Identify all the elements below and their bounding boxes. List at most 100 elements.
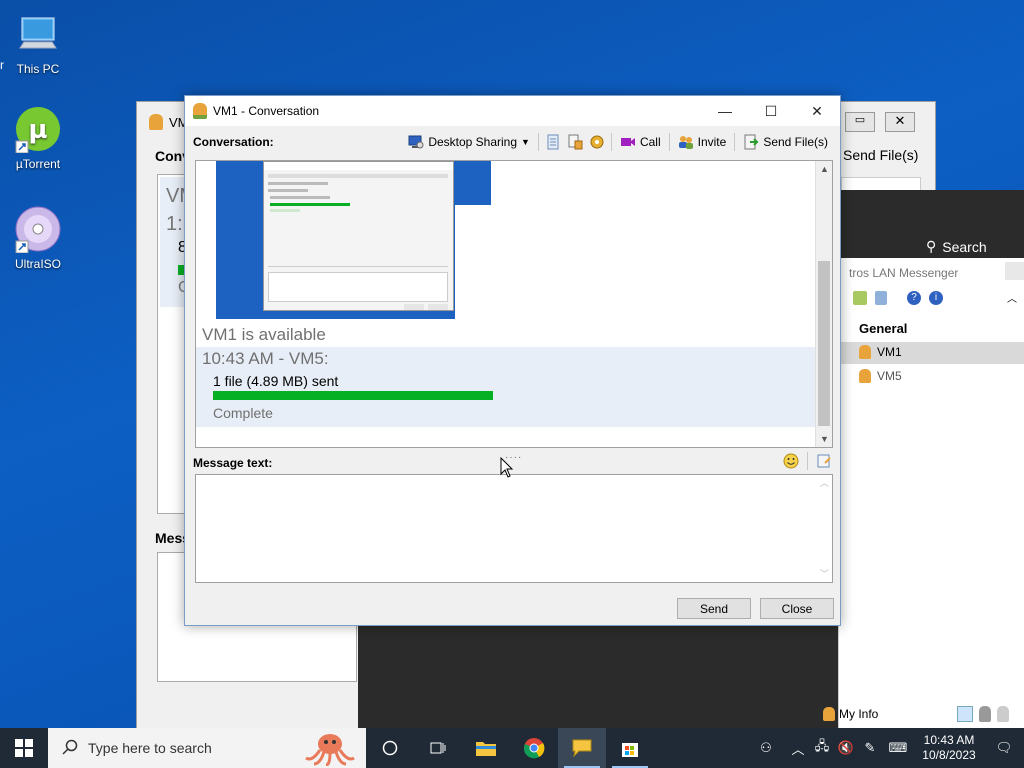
message-tools <box>783 452 832 470</box>
send-button[interactable]: Send <box>677 598 751 619</box>
conversation-toolbar: Conversation: Desktop Sharing ▼ Call Inv… <box>185 130 840 154</box>
mouse-cursor-icon <box>500 456 514 482</box>
search-icon: ⚲ <box>926 238 937 254</box>
desktop-sharing-button[interactable]: Desktop Sharing ▼ <box>406 134 532 150</box>
conversation-scrollbar[interactable]: ▲ ▼ <box>815 161 832 447</box>
message-timestamp: 10:43 AM - VM5: <box>202 349 329 368</box>
message-input[interactable] <box>195 474 833 583</box>
volume-muted-icon[interactable]: 🔇 <box>834 728 858 768</box>
smiley-icon[interactable] <box>783 453 799 469</box>
message-text-label: Message text: <box>193 456 273 470</box>
close-button[interactable]: Close <box>760 598 834 619</box>
bg-send-files[interactable]: Send File(s) <box>843 147 918 163</box>
circle-icon <box>382 740 398 756</box>
scroll-up-icon[interactable]: ▲ <box>816 161 832 177</box>
task-view-button[interactable] <box>414 728 462 768</box>
busy-status-icon[interactable] <box>979 706 991 722</box>
clock-time: 10:43 AM <box>923 733 975 747</box>
file-transfer-message: 10:43 AM - VM5: 1 file (4.89 MB) sent Co… <box>196 347 816 427</box>
start-button[interactable] <box>0 728 48 768</box>
scroll-down-icon[interactable]: ﹀ <box>816 566 833 582</box>
transfer-status: Complete <box>213 405 273 421</box>
chevron-up-icon[interactable]: ︿ <box>786 728 810 768</box>
window-title: VM1 - Conversation <box>213 104 320 118</box>
maximize-button[interactable]: ☐ <box>748 96 794 126</box>
bg-window-title: VM <box>149 114 189 130</box>
conversation-log[interactable]: VM1 is available 10:43 AM - VM5: 1 file … <box>195 160 833 448</box>
thumbnail-contact-list <box>455 205 491 319</box>
clock[interactable]: 10:43 AM 10/8/2023 <box>914 733 984 763</box>
user-icon <box>859 345 871 359</box>
history-icon[interactable] <box>545 134 561 150</box>
pen-icon[interactable]: ✎ <box>858 728 882 768</box>
minimize-button[interactable]: — <box>702 96 748 126</box>
call-button[interactable]: Call <box>618 134 663 150</box>
shared-screenshot-thumbnail[interactable] <box>216 161 491 319</box>
octopus-icon <box>302 732 358 768</box>
lan-messenger-window[interactable]: tros LAN Messenger ? i ︿ General VM1 VM5… <box>823 258 1024 728</box>
microsoft-store-button[interactable] <box>606 728 654 768</box>
restore-icon[interactable]: ▭ <box>845 112 875 132</box>
people-icon[interactable]: ⚇ <box>746 728 786 768</box>
notifications-icon[interactable]: 🗨 <box>984 728 1024 768</box>
file-transfer-icon[interactable] <box>567 134 583 150</box>
title-bar[interactable]: VM1 - Conversation — ☐ ✕ <box>185 96 840 126</box>
toolbar-separator <box>807 452 808 470</box>
store-icon <box>622 743 638 757</box>
contact-vm5[interactable]: VM5 <box>859 369 902 383</box>
file-transfer-progress-bar <box>213 391 493 400</box>
cortana-button[interactable] <box>366 728 414 768</box>
user-icon <box>149 114 163 130</box>
toolbar-separator <box>610 133 612 151</box>
history-icon[interactable] <box>875 290 887 305</box>
offline-status-icon[interactable] <box>997 706 1009 722</box>
system-tray: ⚇ ︿ 🖧 🔇 ✎ ⌨ 10:43 AM 10/8/2023 🗨 <box>746 728 1024 768</box>
send-files-button[interactable]: Send File(s) <box>741 134 830 150</box>
invite-button[interactable]: Invite <box>676 134 729 150</box>
taskbar-search[interactable]: Type here to search <box>48 728 366 768</box>
dark-search[interactable]: ⚲ Search <box>926 238 987 255</box>
desktop-icon-utorrent[interactable]: µ µTorrent <box>0 105 78 171</box>
desktop-icon-this-pc[interactable]: This PC <box>0 10 78 76</box>
emoticon-settings-icon[interactable] <box>589 134 605 150</box>
info-icon[interactable]: i <box>929 290 943 305</box>
clock-date: 10/8/2023 <box>922 748 976 762</box>
add-contact-icon[interactable] <box>853 290 867 305</box>
network-icon[interactable]: 🖧 <box>810 728 834 768</box>
scroll-down-icon[interactable]: ▼ <box>816 431 832 447</box>
lan-titlebar-button[interactable] <box>1005 262 1024 280</box>
contact-group-general[interactable]: General <box>859 321 907 336</box>
disc-icon <box>14 205 62 254</box>
computer-icon <box>14 10 62 58</box>
desktop-icon-ultraiso[interactable]: UltraISO <box>0 205 78 271</box>
chat-bubble-icon <box>572 739 592 758</box>
desktop-icon-label: UltraISO <box>14 257 61 271</box>
desktop-icon-label: µTorrent <box>15 157 61 171</box>
bg-text: 1: <box>166 213 183 235</box>
lan-messenger-title: tros LAN Messenger <box>849 266 959 280</box>
file-explorer-button[interactable] <box>462 728 510 768</box>
my-info[interactable]: My Info <box>823 707 878 721</box>
online-status-icon[interactable] <box>957 706 973 722</box>
scrollbar-thumb[interactable] <box>818 261 830 426</box>
keyboard-icon[interactable]: ⌨ <box>882 728 914 768</box>
bg-window-controls: ▭ ✕ <box>845 112 915 132</box>
message-input-scrollbar[interactable]: ︿ ﹀ <box>816 475 832 582</box>
desktop-sharing-icon <box>408 134 424 150</box>
contact-vm1[interactable]: VM1 <box>859 345 902 359</box>
close-icon[interactable]: ✕ <box>885 112 915 132</box>
close-window-button[interactable]: ✕ <box>794 96 840 126</box>
font-settings-icon[interactable] <box>816 453 832 469</box>
svg-text:µ: µ <box>28 115 47 145</box>
scroll-up-icon[interactable]: ︿ <box>816 475 833 491</box>
conversation-window[interactable]: VM1 - Conversation — ☐ ✕ Conversation: D… <box>184 95 841 626</box>
help-icon[interactable]: ? <box>907 290 921 305</box>
add-user-icon <box>678 134 694 150</box>
lan-messenger-taskbar-button[interactable] <box>558 728 606 768</box>
chrome-button[interactable] <box>510 728 558 768</box>
chevron-up-icon[interactable]: ︿ <box>1007 290 1017 305</box>
search-icon <box>62 739 78 758</box>
task-view-icon <box>430 742 446 754</box>
toolbar-separator <box>668 133 670 151</box>
send-file-icon <box>743 134 759 150</box>
